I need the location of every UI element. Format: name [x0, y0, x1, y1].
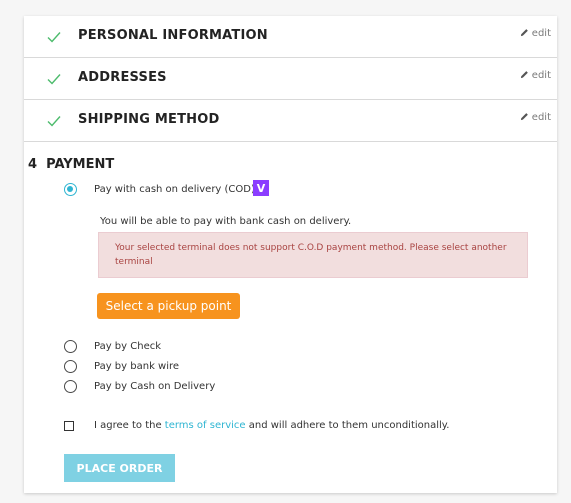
payment-step-title: 4 PAYMENT	[28, 157, 114, 172]
terms-prefix: I agree to the	[94, 420, 162, 431]
check-option-label: Pay by Check	[94, 341, 162, 352]
cod-option-label: Pay with cash on delivery (COD)	[94, 184, 255, 195]
bank-wire-option-label: Pay by bank wire	[94, 361, 180, 372]
terminal-error-alert: Your selected terminal does not support …	[98, 232, 528, 278]
terms-text: I agree to the terms of service and will…	[94, 420, 449, 431]
cod-info-text: You will be able to pay with bank cash o…	[100, 216, 352, 227]
cod-provider-logo: V	[253, 180, 269, 196]
cash-on-delivery-option-label: Pay by Cash on Delivery	[94, 381, 216, 392]
pencil-icon	[520, 113, 528, 121]
edit-label: edit	[531, 70, 551, 81]
check-icon	[47, 116, 61, 127]
edit-link[interactable]: edit	[520, 70, 551, 81]
pencil-icon	[520, 71, 528, 79]
edit-label: edit	[531, 28, 551, 39]
step-number: 4	[28, 157, 38, 172]
select-pickup-point-button[interactable]: Select a pickup point	[97, 293, 240, 319]
edit-link[interactable]: edit	[520, 28, 551, 39]
step-title: PAYMENT	[46, 157, 115, 172]
step-addresses[interactable]: ADDRESSES edit	[24, 58, 557, 100]
step-title: PERSONAL INFORMATION	[78, 28, 268, 43]
check-radio[interactable]	[64, 340, 77, 353]
pencil-icon	[520, 29, 528, 37]
cash-on-delivery-radio[interactable]	[64, 380, 77, 393]
check-icon	[47, 74, 61, 85]
terms-suffix: and will adhere to them unconditionally.	[248, 420, 450, 431]
cod-radio[interactable]	[64, 183, 77, 196]
step-personal-information[interactable]: PERSONAL INFORMATION edit	[24, 16, 557, 58]
place-order-button[interactable]: PLACE ORDER	[64, 454, 175, 482]
terms-of-service-link[interactable]: terms of service	[165, 420, 246, 431]
terms-checkbox[interactable]	[64, 421, 74, 431]
edit-link[interactable]: edit	[520, 112, 551, 123]
edit-label: edit	[531, 112, 551, 123]
check-icon	[47, 32, 61, 43]
step-title: SHIPPING METHOD	[78, 112, 220, 127]
step-shipping-method[interactable]: SHIPPING METHOD edit	[24, 100, 557, 142]
bank-wire-radio[interactable]	[64, 360, 77, 373]
checkout-card: PERSONAL INFORMATION edit ADDRESSES edit…	[24, 16, 557, 493]
step-title: ADDRESSES	[78, 70, 167, 85]
